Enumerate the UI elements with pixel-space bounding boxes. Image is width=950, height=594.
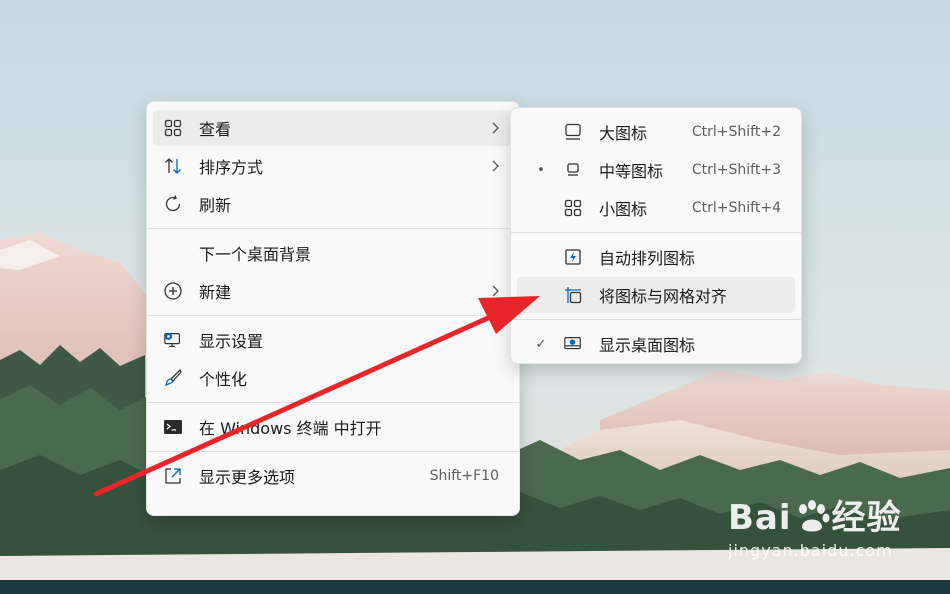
item-mark	[533, 122, 549, 142]
item-mark	[533, 247, 549, 267]
submenu-item-small-icons[interactable]: 小图标 Ctrl+Shift+4	[517, 190, 795, 226]
medium-icons-icon	[563, 160, 583, 180]
menu-item-label: 显示更多选项	[199, 468, 296, 487]
view-grid-icon	[163, 118, 183, 138]
menu-separator	[511, 319, 801, 320]
menu-item-label: 小图标	[599, 200, 648, 219]
item-mark	[533, 285, 549, 305]
menu-item-label: 将图标与网格对齐	[599, 287, 728, 306]
baidu-jingyan-watermark: Bai 经验 jingyan.baidu.com	[728, 490, 902, 560]
submenu-item-medium-icons[interactable]: • 中等图标 Ctrl+Shift+3	[517, 152, 795, 188]
menu-item-shortcut: Ctrl+Shift+2	[691, 124, 781, 140]
menu-item-sort-by[interactable]: 排序方式	[153, 148, 513, 184]
menu-separator	[147, 451, 519, 452]
display-settings-icon	[163, 330, 183, 350]
refresh-icon	[163, 194, 183, 214]
menu-item-label: 下一个桌面背景	[199, 245, 312, 264]
menu-item-new[interactable]: 新建	[153, 273, 513, 309]
watermark-url: jingyan.baidu.com	[728, 541, 893, 560]
menu-separator	[147, 402, 519, 403]
menu-item-label: 显示桌面图标	[599, 336, 696, 355]
menu-item-label: 个性化	[199, 370, 248, 389]
menu-item-label: 中等图标	[599, 162, 664, 181]
menu-item-shortcut: Shift+F10	[429, 468, 499, 484]
paw-logo-icon	[792, 497, 832, 537]
terminal-icon	[163, 417, 183, 437]
large-icons-icon	[563, 122, 583, 142]
menu-item-label: 在 Windows 终端 中打开	[199, 419, 382, 438]
menu-item-show-more-options[interactable]: 显示更多选项 Shift+F10	[153, 458, 513, 494]
menu-item-label: 排序方式	[199, 158, 264, 177]
selected-bullet-icon: •	[537, 162, 545, 178]
chevron-right-icon	[491, 157, 501, 175]
view-submenu: 大图标 Ctrl+Shift+2 • 中等图标 Ctrl+Shift+3 小图标…	[510, 107, 802, 364]
submenu-item-large-icons[interactable]: 大图标 Ctrl+Shift+2	[517, 114, 795, 150]
auto-arrange-icon	[563, 247, 583, 267]
checkmark-icon: ✓	[535, 336, 547, 352]
chevron-right-icon	[491, 119, 501, 137]
menu-item-label: 刷新	[199, 196, 232, 215]
menu-item-display-settings[interactable]: 显示设置	[153, 322, 513, 358]
menu-item-shortcut: Ctrl+Shift+3	[691, 162, 781, 178]
desktop-context-menu: 查看 排序方式 刷新 下一个桌面背景 新建 显示设置 个性化 在 Windows…	[146, 101, 520, 516]
submenu-item-show-desktop-icons[interactable]: ✓ 显示桌面图标	[517, 326, 795, 362]
menu-item-next-desktop-background[interactable]: 下一个桌面背景	[153, 235, 513, 271]
menu-item-shortcut: Ctrl+Shift+4	[691, 200, 781, 216]
menu-item-personalize[interactable]: 个性化	[153, 360, 513, 396]
menu-item-label: 新建	[199, 283, 232, 302]
new-plus-icon	[163, 281, 183, 301]
menu-item-label: 显示设置	[199, 332, 264, 351]
menu-item-view[interactable]: 查看	[153, 110, 513, 146]
menu-item-label: 自动排列图标	[599, 249, 696, 268]
align-grid-icon	[563, 285, 583, 305]
submenu-item-auto-arrange[interactable]: 自动排列图标	[517, 239, 795, 275]
sort-icon	[163, 156, 183, 176]
menu-separator	[511, 232, 801, 233]
small-icons-icon	[563, 198, 583, 218]
menu-item-open-in-terminal[interactable]: 在 Windows 终端 中打开	[153, 409, 513, 445]
show-desktop-icons-icon	[563, 334, 583, 354]
submenu-item-align-to-grid[interactable]: 将图标与网格对齐	[517, 277, 795, 313]
menu-separator	[147, 315, 519, 316]
menu-item-label: 大图标	[599, 124, 648, 143]
menu-separator	[147, 228, 519, 229]
brush-icon	[163, 368, 183, 388]
menu-item-label: 查看	[199, 120, 232, 139]
more-options-icon	[163, 466, 183, 486]
chevron-right-icon	[491, 282, 501, 300]
item-mark	[533, 198, 549, 218]
watermark-brand: Bai 经验	[728, 497, 902, 538]
menu-item-refresh[interactable]: 刷新	[153, 186, 513, 222]
